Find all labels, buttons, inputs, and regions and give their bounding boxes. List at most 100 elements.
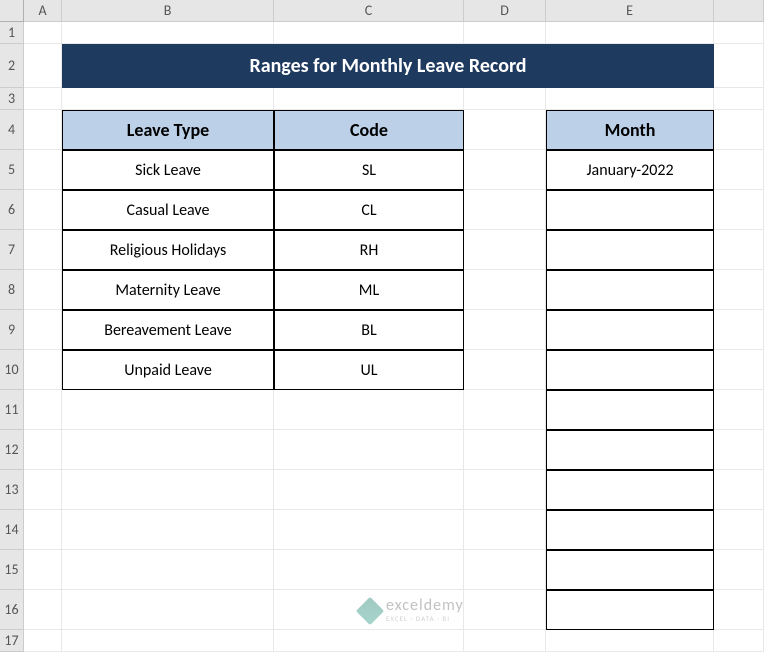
leave-code-cell[interactable]: ML: [274, 270, 464, 310]
cell[interactable]: [24, 470, 62, 510]
cell[interactable]: [62, 88, 274, 110]
leave-type-cell[interactable]: Sick Leave: [62, 150, 274, 190]
cell[interactable]: [62, 510, 274, 550]
cell[interactable]: [714, 350, 764, 390]
cell[interactable]: [464, 310, 546, 350]
cell[interactable]: [714, 150, 764, 190]
cell[interactable]: [24, 510, 62, 550]
cell[interactable]: [464, 350, 546, 390]
row-header-2[interactable]: 2: [0, 44, 24, 88]
cell[interactable]: [274, 630, 464, 652]
cell[interactable]: [62, 630, 274, 652]
cell[interactable]: [464, 22, 546, 44]
cell[interactable]: [24, 310, 62, 350]
month-cell[interactable]: [546, 430, 714, 470]
leave-code-cell[interactable]: UL: [274, 350, 464, 390]
cell[interactable]: [24, 350, 62, 390]
month-cell[interactable]: [546, 470, 714, 510]
leave-type-cell[interactable]: Bereavement Leave: [62, 310, 274, 350]
row-header-1[interactable]: 1: [0, 22, 24, 44]
cell[interactable]: [24, 44, 62, 88]
cell[interactable]: [714, 390, 764, 430]
month-cell[interactable]: [546, 270, 714, 310]
cell[interactable]: [274, 22, 464, 44]
row-header-4[interactable]: 4: [0, 110, 24, 150]
select-all-corner[interactable]: [0, 0, 24, 22]
cell[interactable]: [464, 510, 546, 550]
cell[interactable]: [464, 88, 546, 110]
cell[interactable]: [714, 230, 764, 270]
col-header-D[interactable]: D: [464, 0, 546, 22]
cell[interactable]: [464, 430, 546, 470]
cell[interactable]: [274, 390, 464, 430]
cell[interactable]: [714, 190, 764, 230]
month-cell[interactable]: January-2022: [546, 150, 714, 190]
leave-type-cell[interactable]: Religious Holidays: [62, 230, 274, 270]
month-cell[interactable]: [546, 310, 714, 350]
cell[interactable]: [464, 190, 546, 230]
cell[interactable]: [62, 390, 274, 430]
leave-code-cell[interactable]: BL: [274, 310, 464, 350]
cell[interactable]: [464, 150, 546, 190]
row-header-12[interactable]: 12: [0, 430, 24, 470]
row-header-9[interactable]: 9: [0, 310, 24, 350]
col-header-C[interactable]: C: [274, 0, 464, 22]
row-header-6[interactable]: 6: [0, 190, 24, 230]
cell[interactable]: [274, 430, 464, 470]
month-cell[interactable]: [546, 550, 714, 590]
cell[interactable]: [714, 88, 764, 110]
cell[interactable]: [62, 590, 274, 630]
col-header-E[interactable]: E: [546, 0, 714, 22]
row-header-15[interactable]: 15: [0, 550, 24, 590]
month-cell[interactable]: [546, 190, 714, 230]
row-header-10[interactable]: 10: [0, 350, 24, 390]
cell[interactable]: [24, 88, 62, 110]
cell[interactable]: [24, 190, 62, 230]
month-cell[interactable]: [546, 510, 714, 550]
cell[interactable]: [464, 550, 546, 590]
cell[interactable]: [62, 22, 274, 44]
row-header-5[interactable]: 5: [0, 150, 24, 190]
cell[interactable]: [24, 630, 62, 652]
month-cell[interactable]: [546, 230, 714, 270]
col-header-F[interactable]: [714, 0, 764, 22]
cell[interactable]: [464, 270, 546, 310]
leave-type-cell[interactable]: Unpaid Leave: [62, 350, 274, 390]
cell[interactable]: [546, 630, 714, 652]
cell[interactable]: [464, 470, 546, 510]
cell[interactable]: [714, 470, 764, 510]
cell[interactable]: [714, 270, 764, 310]
col-header-A[interactable]: A: [24, 0, 62, 22]
row-header-11[interactable]: 11: [0, 390, 24, 430]
cell[interactable]: [714, 44, 764, 88]
row-header-3[interactable]: 3: [0, 88, 24, 110]
cell[interactable]: [464, 230, 546, 270]
cell[interactable]: [24, 230, 62, 270]
cell[interactable]: [24, 550, 62, 590]
cell[interactable]: [274, 88, 464, 110]
cell[interactable]: [24, 390, 62, 430]
cell[interactable]: [24, 150, 62, 190]
month-cell[interactable]: [546, 590, 714, 630]
leave-type-cell[interactable]: Casual Leave: [62, 190, 274, 230]
cell[interactable]: [24, 430, 62, 470]
row-header-7[interactable]: 7: [0, 230, 24, 270]
cell[interactable]: [464, 590, 546, 630]
cell[interactable]: [714, 550, 764, 590]
cell[interactable]: [24, 590, 62, 630]
cell[interactable]: [24, 110, 62, 150]
cell[interactable]: [274, 510, 464, 550]
leave-code-cell[interactable]: SL: [274, 150, 464, 190]
cell[interactable]: [62, 550, 274, 590]
row-header-13[interactable]: 13: [0, 470, 24, 510]
cell[interactable]: [464, 390, 546, 430]
cell[interactable]: [714, 110, 764, 150]
cell[interactable]: [274, 550, 464, 590]
cell[interactable]: [62, 470, 274, 510]
cell[interactable]: [274, 470, 464, 510]
cell[interactable]: [714, 22, 764, 44]
cell[interactable]: [464, 110, 546, 150]
row-header-8[interactable]: 8: [0, 270, 24, 310]
cell[interactable]: [714, 430, 764, 470]
cell[interactable]: [24, 22, 62, 44]
